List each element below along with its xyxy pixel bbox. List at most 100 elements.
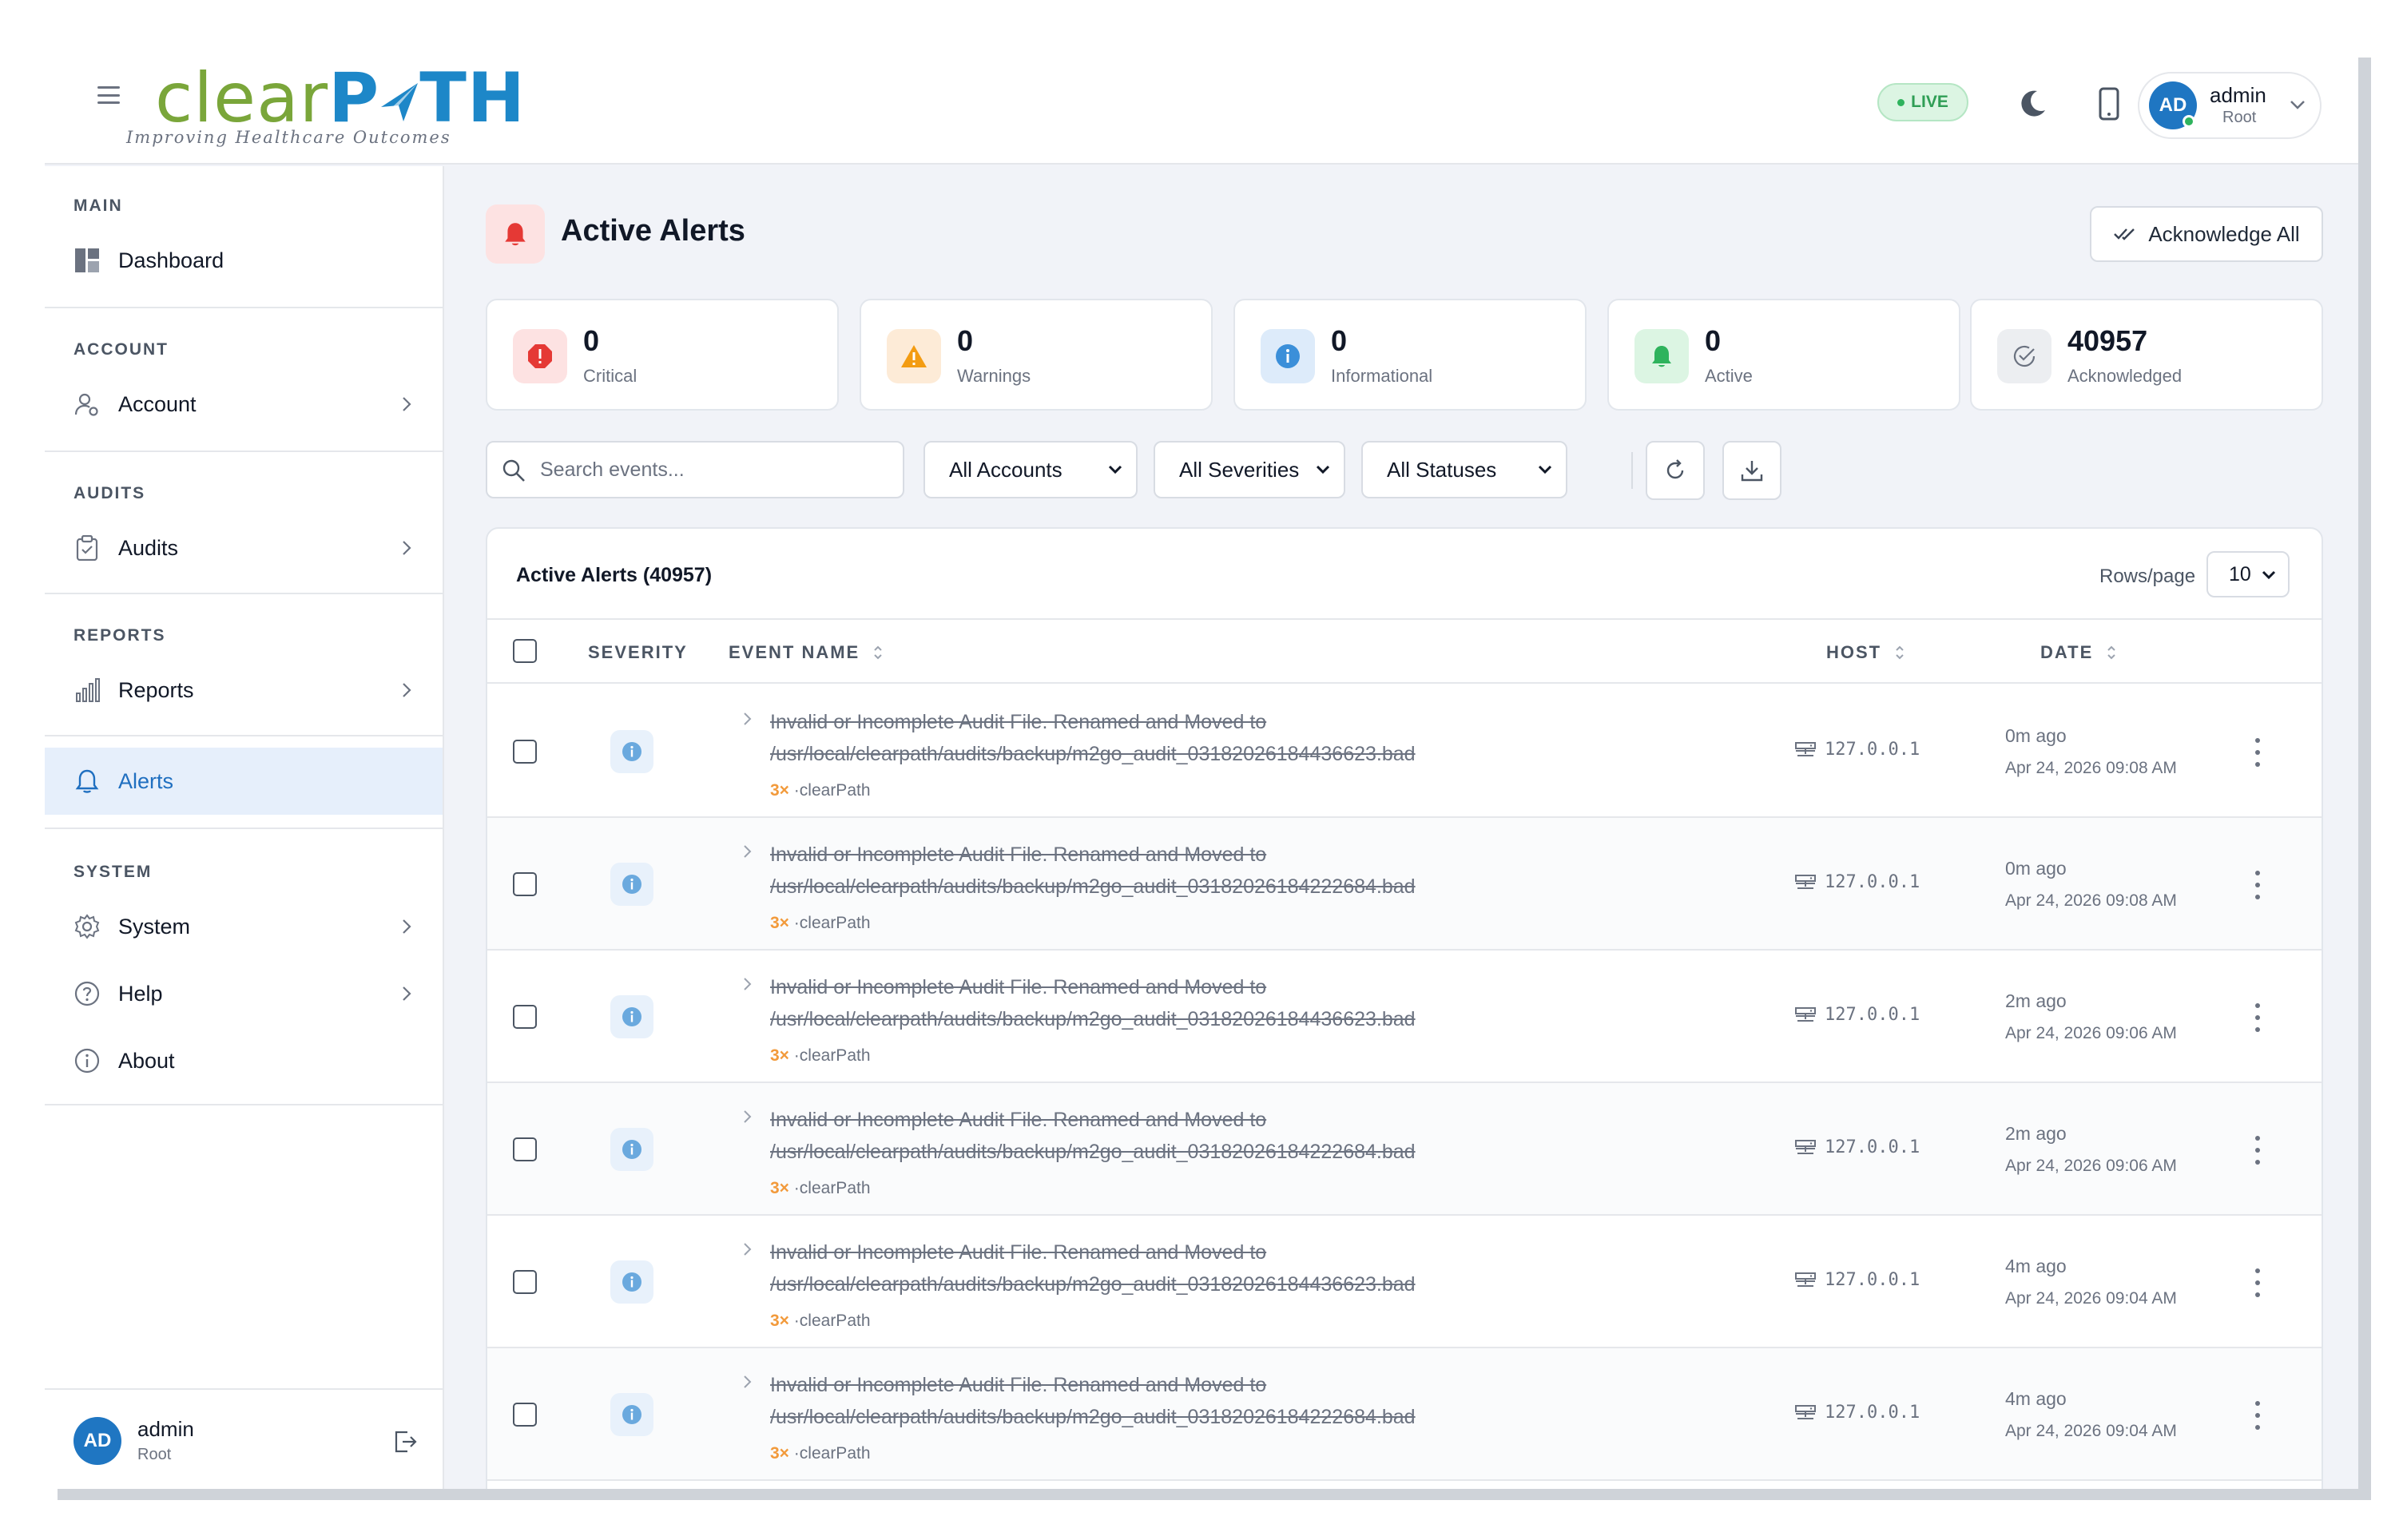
table-row[interactable]: Invalid or Incomplete Audit File. Rename…	[487, 818, 2322, 951]
sort-icon	[1896, 645, 1904, 660]
row-actions-menu-icon[interactable]	[2242, 1265, 2274, 1300]
sidebar-item-alerts[interactable]: Alerts	[45, 748, 443, 815]
chevron-down-icon	[2290, 101, 2305, 109]
row-actions-menu-icon[interactable]	[2242, 1000, 2274, 1035]
column-header-event-name[interactable]: EVENT NAME	[729, 642, 884, 663]
occurrence-count: 3×	[770, 1046, 789, 1065]
row-actions-menu-icon[interactable]	[2242, 1398, 2274, 1433]
chevron-right-icon[interactable]	[740, 1241, 756, 1257]
absolute-date: Apr 24, 2026 09:06 AM	[2005, 1157, 2177, 1175]
sidebar-divider	[45, 828, 443, 829]
table-row[interactable]: Invalid or Incomplete Audit File. Rename…	[487, 1348, 2322, 1481]
column-header-date[interactable]: DATE	[2040, 642, 2117, 663]
stat-card-active[interactable]: 0 Active	[1607, 299, 1960, 411]
chevron-right-icon[interactable]	[740, 843, 756, 859]
event-name[interactable]: Invalid or Incomplete Audit File. Rename…	[770, 1104, 1537, 1168]
row-checkbox[interactable]	[513, 1403, 537, 1427]
stat-card-informational[interactable]: 0 Informational	[1233, 299, 1587, 411]
logout-icon[interactable]	[393, 1430, 419, 1454]
event-name[interactable]: Invalid or Incomplete Audit File. Rename…	[770, 1236, 1537, 1300]
sidebar-item-audits[interactable]: Audits	[45, 514, 443, 581]
bell-icon	[505, 223, 526, 246]
chevron-right-icon[interactable]	[740, 976, 756, 992]
search-input[interactable]	[540, 443, 892, 497]
refresh-icon	[1666, 459, 1684, 479]
event-name[interactable]: Invalid or Incomplete Audit File. Rename…	[770, 839, 1537, 903]
row-actions-menu-icon[interactable]	[2242, 867, 2274, 903]
chevron-right-icon[interactable]	[740, 1374, 756, 1390]
menu-toggle-icon[interactable]	[97, 86, 120, 104]
info-icon	[622, 1007, 641, 1026]
event-source: ·clearPath	[793, 1444, 871, 1463]
user-menu[interactable]: AD admin Root	[2138, 72, 2322, 139]
table-row[interactable]: Invalid or Incomplete Audit File. Rename…	[487, 1216, 2322, 1348]
sidebar-item-system[interactable]: System	[45, 893, 443, 960]
column-header-host[interactable]: HOST	[1826, 642, 1905, 663]
table-row[interactable]: Invalid or Incomplete Audit File. Rename…	[487, 685, 2322, 818]
sidebar-user-role: Root	[137, 1446, 172, 1463]
sidebar-item-label: Account	[118, 391, 197, 416]
severities-filter-select[interactable]: All Severities	[1154, 441, 1345, 498]
clipboard-icon	[73, 534, 101, 562]
info-icon	[1261, 329, 1315, 383]
sidebar-item-reports[interactable]: Reports	[45, 657, 443, 724]
sidebar-item-about[interactable]: About	[45, 1027, 443, 1094]
row-checkbox[interactable]	[513, 1137, 537, 1161]
sidebar-item-label: Alerts	[118, 768, 174, 793]
sidebar-item-dashboard[interactable]: Dashboard	[45, 227, 443, 294]
stat-card-acknowledged[interactable]: 40957 Acknowledged	[1970, 299, 2323, 411]
double-check-icon	[2114, 228, 2135, 240]
event-name[interactable]: Invalid or Incomplete Audit File. Rename…	[770, 971, 1537, 1035]
mobile-view-toggle[interactable]	[2090, 85, 2128, 123]
alerts-table-card: Active Alerts (40957) Rows/page 10 SEVER…	[486, 527, 2323, 1492]
server-icon	[1795, 741, 1816, 756]
row-checkbox[interactable]	[513, 1270, 537, 1294]
row-actions-menu-icon[interactable]	[2242, 1133, 2274, 1168]
dark-mode-toggle[interactable]	[2013, 85, 2051, 123]
host-cell: 127.0.0.1	[1794, 1005, 1920, 1025]
event-meta: 3× ·clearPath	[770, 1312, 871, 1331]
live-dot	[1897, 98, 1905, 106]
table-row[interactable]: Invalid or Incomplete Audit File. Rename…	[487, 1083, 2322, 1216]
stat-card-critical[interactable]: 0 Critical	[486, 299, 839, 411]
alerts-header-icon	[486, 204, 545, 264]
sidebar-user-panel: AD admin Root	[45, 1388, 443, 1492]
sidebar-item-account[interactable]: Account	[45, 371, 443, 438]
statuses-filter-select[interactable]: All Statuses	[1361, 441, 1567, 498]
select-all-checkbox[interactable]	[513, 639, 537, 663]
server-icon	[1795, 1139, 1816, 1154]
event-source: ·clearPath	[793, 781, 871, 800]
column-header-severity[interactable]: SEVERITY	[588, 642, 688, 663]
download-button[interactable]	[1722, 441, 1781, 500]
event-name[interactable]: Invalid or Incomplete Audit File. Rename…	[770, 706, 1537, 770]
chevron-right-icon[interactable]	[740, 1109, 756, 1125]
row-actions-menu-icon[interactable]	[2242, 735, 2274, 770]
sidebar-item-help[interactable]: Help	[45, 960, 443, 1027]
severity-info-badge	[610, 863, 653, 906]
refresh-button[interactable]	[1646, 441, 1705, 500]
accounts-filter-select[interactable]: All Accounts	[923, 441, 1138, 498]
relative-time: 2m ago	[2005, 1123, 2067, 1144]
acknowledge-all-button[interactable]: Acknowledge All	[2090, 206, 2323, 262]
row-checkbox[interactable]	[513, 872, 537, 896]
host-cell: 127.0.0.1	[1794, 1403, 1920, 1423]
chevron-right-icon[interactable]	[740, 711, 756, 727]
row-checkbox[interactable]	[513, 1005, 537, 1029]
live-status-badge: LIVE	[1877, 83, 1968, 121]
top-header: clearP TH Improving Healthcare Outcomes L…	[45, 0, 2358, 165]
bar-chart-icon	[73, 677, 101, 704]
table-row[interactable]: Invalid or Incomplete Audit File. Rename…	[487, 951, 2322, 1083]
absolute-date: Apr 24, 2026 09:08 AM	[2005, 891, 2177, 910]
event-source: ·clearPath	[793, 1179, 871, 1197]
logo-wordmark: clearP TH	[155, 58, 526, 138]
info-icon	[622, 1272, 641, 1292]
section-title-reports: REPORTS	[73, 626, 166, 645]
row-checkbox[interactable]	[513, 740, 537, 764]
download-icon	[1741, 461, 1763, 482]
clearpath-logo[interactable]: clearP TH Improving Healthcare Outcomes	[126, 58, 526, 150]
sort-icon	[2107, 645, 2115, 660]
event-name[interactable]: Invalid or Incomplete Audit File. Rename…	[770, 1369, 1537, 1433]
rows-per-page-select[interactable]: 10	[2206, 551, 2290, 597]
stat-card-warnings[interactable]: 0 Warnings	[860, 299, 1213, 411]
chevron-down-icon	[1108, 465, 1122, 474]
